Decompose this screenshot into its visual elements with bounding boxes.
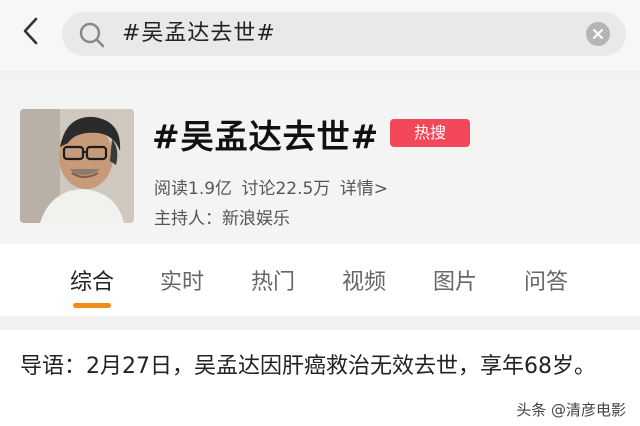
back-arrow-icon (23, 17, 38, 45)
clear-search-button[interactable] (586, 22, 610, 46)
details-link[interactable]: 详情> (340, 179, 388, 199)
portrait-image (20, 109, 134, 223)
active-tab-indicator (73, 303, 111, 308)
tab-qa[interactable]: 问答 (524, 264, 568, 296)
topic-avatar (20, 109, 134, 223)
tab-comprehensive[interactable]: 综合 (70, 264, 114, 296)
search-input[interactable] (122, 12, 562, 56)
topic-stats: 阅读1.9亿 讨论22.5万 详情> (154, 174, 392, 199)
tab-video[interactable]: 视频 (342, 264, 386, 296)
hot-search-badge: 热搜 (390, 119, 470, 147)
tab-bar: 综合 实时 热门 视频 图片 问答 (0, 244, 640, 316)
topic-page: #吴孟达去世# 热搜 阅读1.9亿 讨论22.5万 详情> 主持人：新浪娱乐 综… (0, 0, 640, 426)
topic-title: #吴孟达去世# (152, 117, 380, 156)
tab-realtime[interactable]: 实时 (160, 264, 204, 296)
tab-hot[interactable]: 热门 (251, 264, 295, 296)
close-icon (593, 29, 603, 39)
search-icon (79, 22, 105, 48)
intro-text: 导语：2月27日，吴孟达因肝癌救治无效去世，享年68岁。 (20, 354, 596, 379)
discussion-count: 讨论22.5万 (241, 179, 331, 199)
read-count: 阅读1.9亿 (154, 179, 233, 199)
watermark: 头条 @清彦电影 (516, 401, 626, 419)
search-box[interactable] (62, 12, 626, 56)
topic-header: #吴孟达去世# 热搜 阅读1.9亿 讨论22.5万 详情> 主持人：新浪娱乐 (0, 82, 640, 244)
topic-host: 主持人：新浪娱乐 (154, 209, 290, 229)
tab-images[interactable]: 图片 (433, 264, 477, 296)
search-bar (0, 0, 640, 70)
back-button[interactable] (14, 14, 48, 48)
